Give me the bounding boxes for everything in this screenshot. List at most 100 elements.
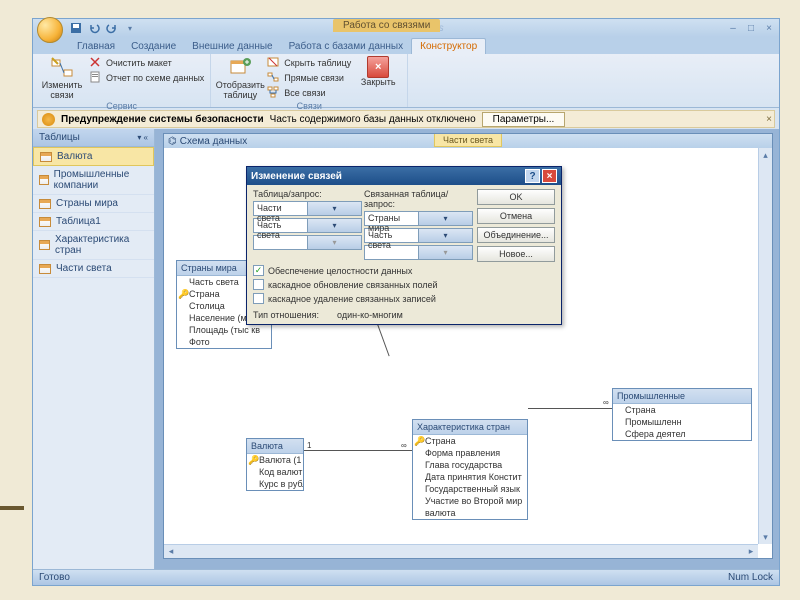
direct-relations-button[interactable]: Прямые связи: [267, 71, 351, 85]
right-empty-combo[interactable]: ▾: [364, 245, 473, 260]
nav-header-label: Таблицы: [39, 132, 80, 143]
qat-dropdown-icon[interactable]: ▾: [123, 21, 137, 35]
show-table-button[interactable]: Отобразить таблицу: [217, 56, 263, 101]
label: Все связи: [284, 88, 325, 98]
scroll-right-icon[interactable]: ▸: [744, 545, 758, 558]
col-header: Таблица/запрос:: [253, 189, 362, 199]
relation-report-button[interactable]: Отчет по схеме данных: [89, 71, 204, 85]
cascade-update-checkbox-row[interactable]: каскадное обновление связанных полей: [253, 279, 555, 290]
col-header: Связанная таблица/запрос:: [364, 189, 473, 209]
dialog-titlebar[interactable]: Изменение связей ? ×: [247, 167, 561, 185]
ok-button[interactable]: OK: [477, 189, 555, 205]
field: Дата принятия Констит: [425, 472, 522, 482]
ribbon-tabs: Главная Создание Внешние данные Работа с…: [33, 37, 779, 54]
scroll-left-icon[interactable]: ◂: [164, 545, 178, 558]
close-relations-button[interactable]: × Закрыть: [355, 56, 401, 88]
integrity-checkbox-row[interactable]: ✓Обеспечение целостности данных: [253, 265, 555, 276]
field-row: Сфера деятел: [613, 428, 751, 440]
statusbar: Готово Num Lock: [33, 569, 779, 585]
redo-icon[interactable]: [105, 21, 119, 35]
nav-header[interactable]: Таблицы ▾ «: [33, 129, 154, 147]
relation-cardinality-inf: ∞: [400, 441, 408, 450]
dialog-body: Таблица/запрос: Части света▾ Часть света…: [247, 185, 561, 324]
tab-external[interactable]: Внешние данные: [184, 39, 280, 54]
edit-relations-button[interactable]: Изменить связи: [39, 56, 85, 101]
hide-icon: [267, 56, 281, 70]
nav-item-continents[interactable]: Части света: [33, 260, 154, 278]
nav-item-table1[interactable]: Таблица1: [33, 213, 154, 231]
office-button[interactable]: [37, 17, 63, 43]
nav-item-valyuta[interactable]: Валюта: [33, 147, 154, 166]
relationships-canvas[interactable]: Страны мира Часть света 🔑Страна Столица …: [164, 148, 758, 544]
titlebar: ▾ Microsoft Access Работа со связями – □…: [33, 19, 779, 37]
field: Государственный язык: [425, 484, 520, 494]
tab-home[interactable]: Главная: [69, 39, 123, 54]
security-close-icon[interactable]: ×: [766, 114, 772, 125]
scroll-down-icon[interactable]: ▾: [759, 530, 772, 544]
maximize-icon[interactable]: □: [745, 23, 757, 34]
clear-layout-button[interactable]: Очистить макет: [89, 56, 204, 70]
tab-create[interactable]: Создание: [123, 39, 184, 54]
edit-relationships-dialog: Изменение связей ? × Таблица/запрос: Час…: [246, 166, 562, 325]
relation-cardinality-inf: ∞: [602, 398, 610, 407]
left-empty-combo[interactable]: ▾: [253, 235, 362, 250]
box-title: Валюта: [247, 439, 303, 454]
security-title: Предупреждение системы безопасности: [61, 114, 264, 125]
chk-label: Обеспечение целостности данных: [268, 266, 412, 276]
nav-label: Валюта: [57, 151, 92, 162]
table-icon: [39, 175, 49, 185]
label: Прямые связи: [284, 73, 344, 83]
table-box-industrial[interactable]: Промышленные Страна Промышленн Сфера дея…: [612, 388, 752, 441]
field: Страна: [425, 436, 456, 446]
right-table-combo[interactable]: Страны мира▾: [364, 211, 473, 226]
app-window: ▾ Microsoft Access Работа со связями – □…: [32, 18, 780, 586]
field-row: Площадь (тыс кв: [177, 324, 271, 336]
undo-icon[interactable]: [87, 21, 101, 35]
horizontal-scrollbar[interactable]: ◂ ▸: [164, 544, 758, 558]
chk-label: каскадное удаление связанных записей: [268, 294, 436, 304]
left-field-combo[interactable]: Часть света▾: [253, 218, 362, 233]
table-icon: [39, 264, 51, 274]
cancel-button[interactable]: Отмена: [477, 208, 555, 224]
label: Отчет по схеме данных: [106, 73, 204, 83]
nav-item-characteristics[interactable]: Характеристика стран: [33, 231, 154, 260]
relation-line: [528, 408, 612, 409]
tab-design[interactable]: Конструктор: [411, 38, 486, 54]
mdi-area: ⌬ Схема данных Части света Страны мира Ч…: [155, 129, 779, 569]
vertical-scrollbar[interactable]: ▴ ▾: [758, 148, 772, 544]
scroll-up-icon[interactable]: ▴: [759, 148, 772, 162]
minimize-icon[interactable]: –: [727, 23, 739, 34]
right-field-combo[interactable]: Часть света▾: [364, 228, 473, 243]
left-table-combo[interactable]: Части света▾: [253, 201, 362, 216]
box-title: Промышленные: [613, 389, 751, 404]
field-row: Страна: [613, 404, 751, 416]
table-box-characteristics[interactable]: Характеристика стран 🔑Страна Форма правл…: [412, 419, 528, 520]
tab-dbtools[interactable]: Работа с базами данных: [281, 39, 412, 54]
table-box-currency[interactable]: Валюта 🔑Валюта (1 е Код валют Курс в руб…: [246, 438, 304, 491]
checkbox-icon: [253, 279, 264, 290]
field: Участие во Второй мир: [425, 496, 522, 506]
dropdown-icon: ▾: [418, 229, 472, 242]
chevron-down-icon: ▾ «: [137, 133, 148, 142]
join-type-button[interactable]: Объединение...: [477, 227, 555, 243]
field: Форма правления: [425, 448, 500, 458]
nav-item-companies[interactable]: Промышленные компании: [33, 166, 154, 195]
shield-icon: [42, 113, 55, 126]
dialog-help-icon[interactable]: ?: [525, 169, 540, 183]
field-row: 🔑Страна: [413, 435, 527, 447]
relation-line: [304, 450, 412, 451]
save-icon[interactable]: [69, 21, 83, 35]
nav-item-countries[interactable]: Страны мира: [33, 195, 154, 213]
close-icon[interactable]: ×: [763, 23, 775, 34]
table-icon: [39, 199, 51, 209]
mdi-title-text: Схема данных: [180, 136, 248, 147]
relations-icon: ⌬: [168, 136, 177, 147]
all-relations-button[interactable]: Все связи: [267, 86, 351, 100]
security-options-button[interactable]: Параметры...: [482, 112, 566, 127]
dialog-close-icon[interactable]: ×: [542, 169, 557, 183]
cascade-delete-checkbox-row[interactable]: каскадное удаление связанных записей: [253, 293, 555, 304]
hide-table-button[interactable]: Скрыть таблицу: [267, 56, 351, 70]
navigation-pane: Таблицы ▾ « Валюта Промышленные компании…: [33, 129, 155, 569]
dropdown-icon: ▾: [418, 246, 472, 259]
new-button[interactable]: Новое...: [477, 246, 555, 262]
